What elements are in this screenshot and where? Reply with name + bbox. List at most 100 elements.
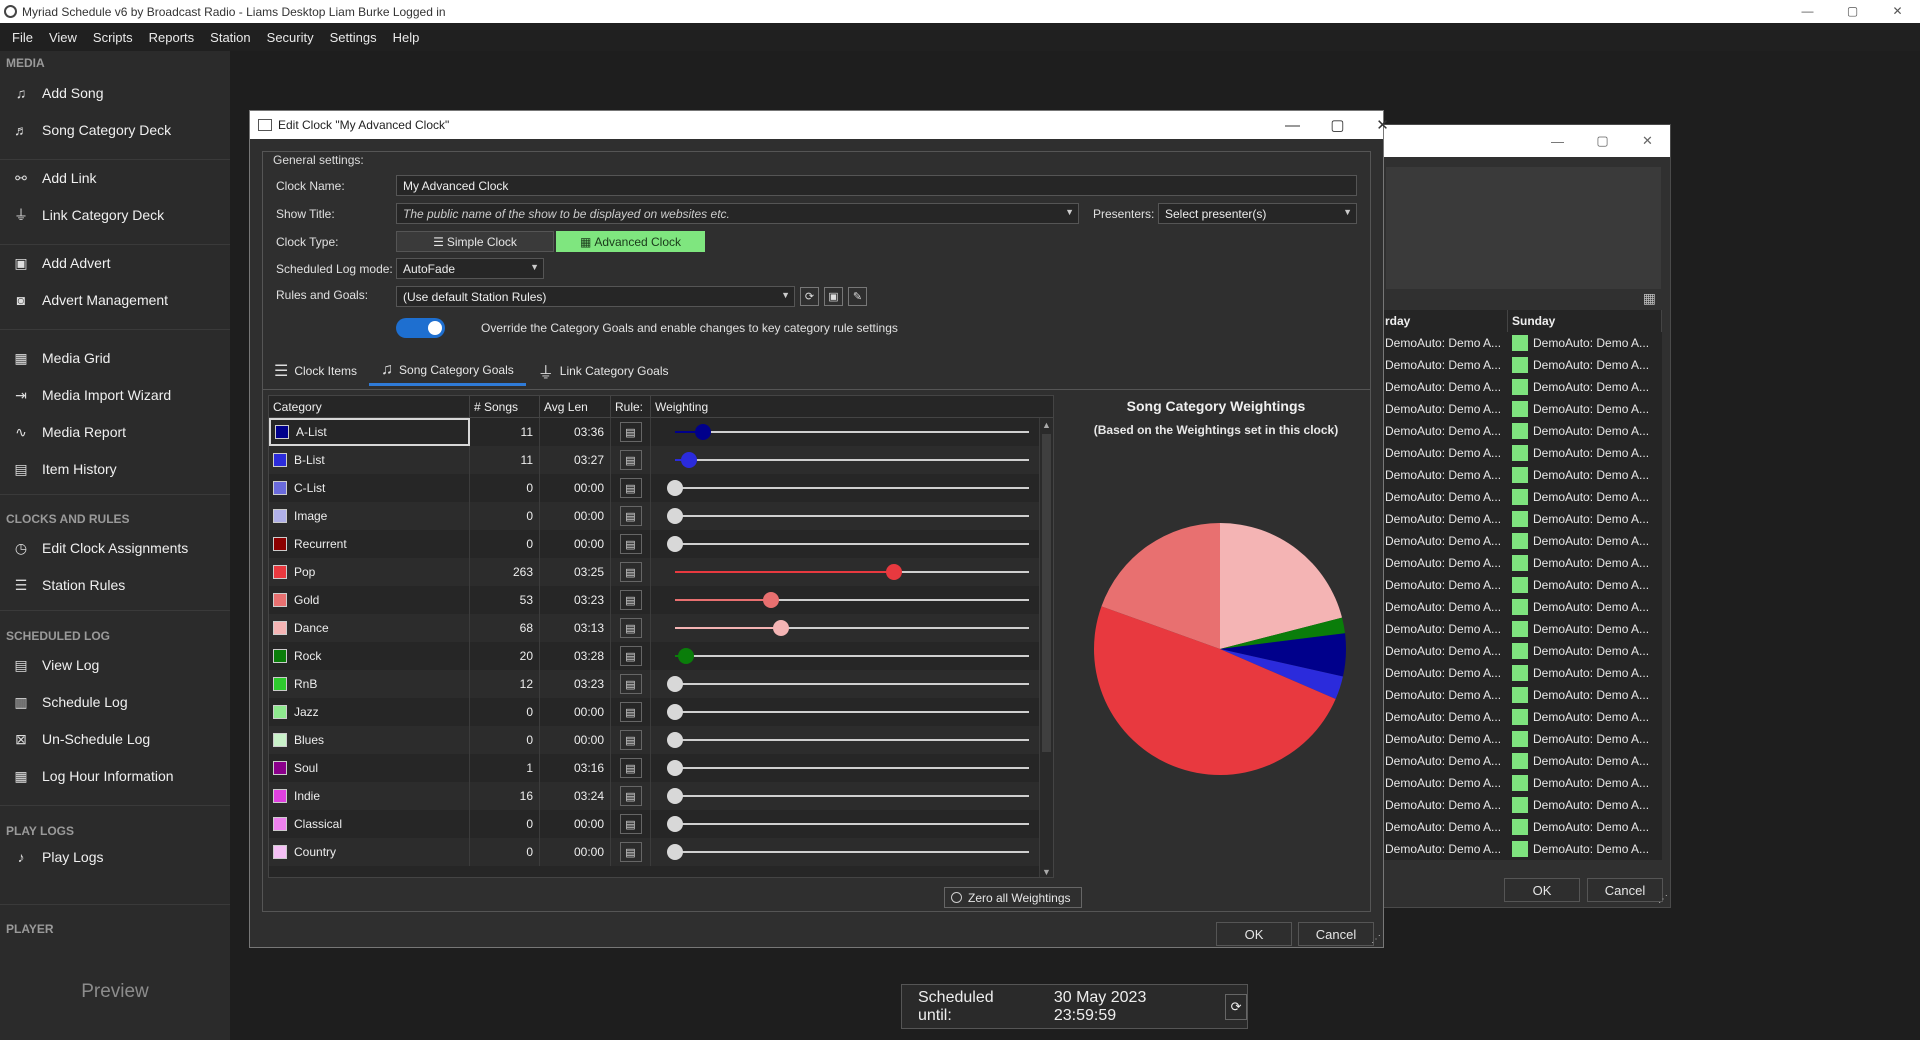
- table-row[interactable]: Blues 0 00:00 ▤: [269, 726, 1051, 754]
- table-row[interactable]: C-List 0 00:00 ▤: [269, 474, 1051, 502]
- list-item[interactable]: DemoAuto: Demo A...: [1508, 530, 1662, 552]
- list-item[interactable]: DemoAuto: Demo A...: [1508, 838, 1662, 860]
- list-item[interactable]: DemoAuto: Demo A...: [1381, 332, 1508, 354]
- list-item[interactable]: DemoAuto: Demo A...: [1508, 706, 1662, 728]
- list-item[interactable]: DemoAuto: Demo A...: [1381, 772, 1508, 794]
- zero-all-weightings-button[interactable]: Zero all Weightings: [944, 887, 1082, 908]
- slider-thumb[interactable]: [886, 564, 903, 580]
- sidebar-item-advert-management[interactable]: ◙ Advert Management: [10, 285, 168, 315]
- rules-and-goals-select[interactable]: (Use default Station Rules) ▼: [396, 286, 795, 307]
- rule-edit-icon[interactable]: ▤: [619, 758, 642, 778]
- rule-edit-icon[interactable]: ▤: [619, 422, 642, 442]
- list-item[interactable]: DemoAuto: Demo A...: [1381, 398, 1508, 420]
- rule-edit-icon[interactable]: ▤: [619, 814, 642, 834]
- list-item[interactable]: DemoAuto: Demo A...: [1381, 838, 1508, 860]
- sidebar-item-add-song[interactable]: ♫ Add Song: [10, 78, 104, 108]
- tab-link-category-goals[interactable]: ⏚ Link Category Goals: [526, 356, 681, 386]
- weighting-slider[interactable]: [651, 670, 1047, 698]
- rule-edit-icon[interactable]: ▤: [619, 450, 642, 470]
- table-row[interactable]: A-List 11 03:36 ▤: [269, 418, 1051, 446]
- edit-icon[interactable]: ✎: [848, 287, 867, 306]
- sidebar-item-add-link[interactable]: ⚯ Add Link: [10, 163, 96, 193]
- list-item[interactable]: DemoAuto: Demo A...: [1508, 442, 1662, 464]
- table-row[interactable]: Indie 16 03:24 ▤: [269, 782, 1051, 810]
- list-item[interactable]: DemoAuto: Demo A...: [1381, 640, 1508, 662]
- category-cell[interactable]: Dance: [269, 614, 470, 642]
- menu-settings[interactable]: Settings: [322, 30, 385, 45]
- sidebar-item-edit-clock-assignments[interactable]: ◷ Edit Clock Assignments: [10, 533, 188, 563]
- list-item[interactable]: DemoAuto: Demo A...: [1381, 552, 1508, 574]
- rule-edit-icon[interactable]: ▤: [619, 618, 642, 638]
- chevron-down-icon[interactable]: ▼: [781, 290, 790, 300]
- list-item[interactable]: DemoAuto: Demo A...: [1381, 816, 1508, 838]
- list-item[interactable]: DemoAuto: Demo A...: [1508, 794, 1662, 816]
- resize-grip-icon[interactable]: ⋰: [1371, 934, 1381, 945]
- table-row[interactable]: Classical 0 00:00 ▤: [269, 810, 1051, 838]
- category-cell[interactable]: Indie: [269, 782, 470, 810]
- menu-scripts[interactable]: Scripts: [85, 30, 141, 45]
- weighting-slider[interactable]: [651, 586, 1047, 614]
- presenters-select[interactable]: Select presenter(s) ▼: [1158, 203, 1357, 224]
- category-cell[interactable]: Image: [269, 502, 470, 530]
- grid-settings-icon[interactable]: ▦: [1643, 290, 1656, 307]
- category-cell[interactable]: C-List: [269, 474, 470, 502]
- list-item[interactable]: DemoAuto: Demo A...: [1508, 420, 1662, 442]
- clock-name-field[interactable]: My Advanced Clock: [396, 175, 1357, 196]
- slider-thumb[interactable]: [667, 536, 683, 552]
- cancel-button[interactable]: Cancel: [1587, 878, 1663, 902]
- table-row[interactable]: Country 0 00:00 ▤: [269, 838, 1051, 866]
- list-item[interactable]: DemoAuto: Demo A...: [1508, 728, 1662, 750]
- list-item[interactable]: DemoAuto: Demo A...: [1508, 618, 1662, 640]
- slider-thumb[interactable]: [681, 452, 698, 468]
- table-row[interactable]: Rock 20 03:28 ▤: [269, 642, 1051, 670]
- category-cell[interactable]: Soul: [269, 754, 470, 782]
- list-item[interactable]: DemoAuto: Demo A...: [1381, 706, 1508, 728]
- table-row[interactable]: Soul 1 03:16 ▤: [269, 754, 1051, 782]
- category-cell[interactable]: Rock: [269, 642, 470, 670]
- list-item[interactable]: DemoAuto: Demo A...: [1508, 640, 1662, 662]
- list-item[interactable]: DemoAuto: Demo A...: [1508, 772, 1662, 794]
- list-item[interactable]: DemoAuto: Demo A...: [1381, 354, 1508, 376]
- rule-edit-icon[interactable]: ▤: [619, 842, 642, 862]
- category-cell[interactable]: B-List: [269, 446, 470, 474]
- menu-station[interactable]: Station: [202, 30, 258, 45]
- ok-button[interactable]: OK: [1216, 922, 1292, 946]
- list-item[interactable]: DemoAuto: Demo A...: [1381, 464, 1508, 486]
- menu-help[interactable]: Help: [385, 30, 428, 45]
- override-toggle[interactable]: [396, 318, 445, 338]
- sidebar-item-media-import-wizard[interactable]: ⇥ Media Import Wizard: [10, 380, 171, 410]
- weighting-slider[interactable]: [651, 698, 1047, 726]
- sidebar-item-add-advert[interactable]: ▣ Add Advert: [10, 248, 110, 278]
- table-row[interactable]: Dance 68 03:13 ▤: [269, 614, 1051, 642]
- weighting-slider[interactable]: [651, 838, 1047, 866]
- weighting-slider[interactable]: [651, 726, 1047, 754]
- table-row[interactable]: Jazz 0 00:00 ▤: [269, 698, 1051, 726]
- tab-song-category-goals[interactable]: ♫ Song Category Goals: [369, 356, 526, 386]
- rule-edit-icon[interactable]: ▤: [619, 506, 642, 526]
- weighting-slider[interactable]: [651, 642, 1047, 670]
- sidebar-item-link-category-deck[interactable]: ⏚ Link Category Deck: [10, 200, 164, 230]
- slider-thumb[interactable]: [762, 592, 779, 608]
- slider-thumb[interactable]: [695, 424, 712, 440]
- weighting-slider[interactable]: [651, 782, 1047, 810]
- list-item[interactable]: DemoAuto: Demo A...: [1508, 486, 1662, 508]
- sidebar-item-media-grid[interactable]: ▦ Media Grid: [10, 343, 110, 373]
- sidebar-item-view-log[interactable]: ▤ View Log: [10, 650, 99, 680]
- list-item[interactable]: DemoAuto: Demo A...: [1508, 398, 1662, 420]
- weighting-slider[interactable]: [651, 418, 1047, 446]
- menu-security[interactable]: Security: [259, 30, 322, 45]
- list-item[interactable]: DemoAuto: Demo A...: [1508, 750, 1662, 772]
- column-header-weighting[interactable]: Weighting: [651, 396, 1053, 418]
- sidebar-item-station-rules[interactable]: ☰ Station Rules: [10, 570, 126, 600]
- weighting-slider[interactable]: [651, 474, 1047, 502]
- maximize-button[interactable]: ▢: [1315, 111, 1360, 139]
- category-cell[interactable]: Classical: [269, 810, 470, 838]
- table-row[interactable]: Pop 263 03:25 ▤: [269, 558, 1051, 586]
- slider-thumb[interactable]: [667, 480, 683, 496]
- list-item[interactable]: DemoAuto: Demo A...: [1508, 332, 1662, 354]
- slider-thumb[interactable]: [773, 620, 790, 636]
- category-cell[interactable]: Pop: [269, 558, 470, 586]
- slider-thumb[interactable]: [667, 704, 683, 720]
- table-row[interactable]: Gold 53 03:23 ▤: [269, 586, 1051, 614]
- slider-thumb[interactable]: [667, 844, 683, 860]
